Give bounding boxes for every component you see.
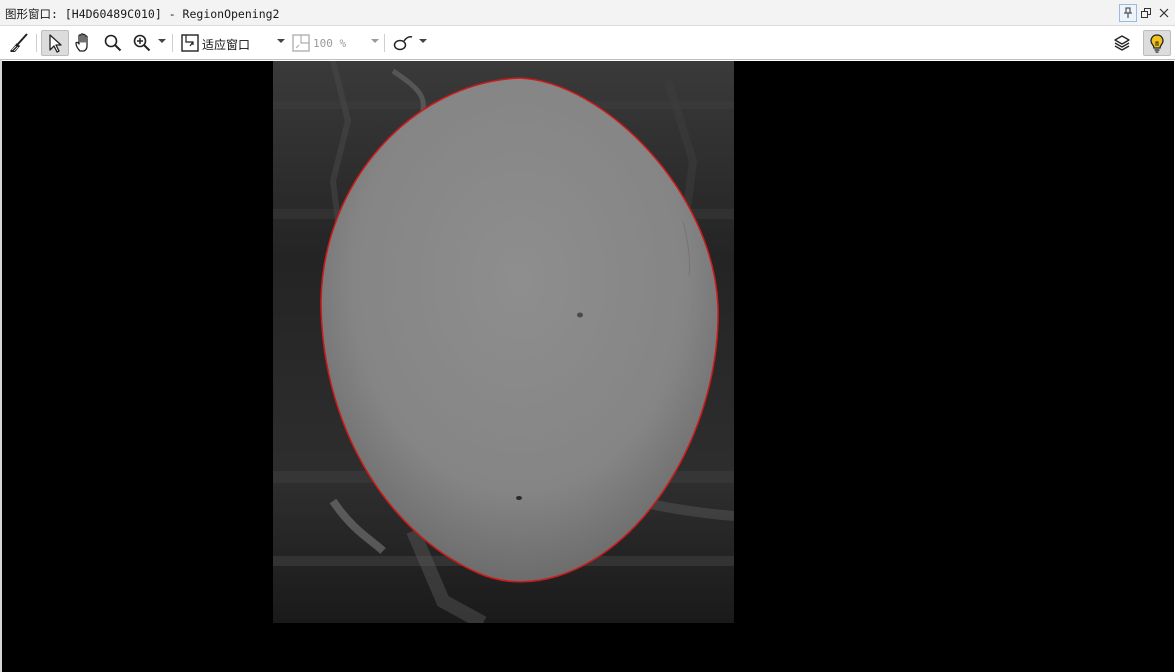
magnifier-icon xyxy=(104,34,122,52)
lightbulb-icon xyxy=(1150,34,1164,53)
clear-button[interactable] xyxy=(5,30,33,56)
close-icon xyxy=(1159,8,1169,18)
restore-icon xyxy=(1141,8,1151,18)
graphics-canvas[interactable] xyxy=(2,61,1174,672)
fit-window-label[interactable]: 适应窗口 xyxy=(202,36,250,53)
toolbar-separator xyxy=(384,34,385,52)
pin-button[interactable] xyxy=(1119,4,1137,22)
close-button[interactable] xyxy=(1155,4,1173,22)
fit-dropdown-chevron[interactable] xyxy=(277,39,285,43)
zoom-in-icon xyxy=(133,34,151,52)
draw-region-icon xyxy=(393,36,413,51)
zoom-dropdown-chevron[interactable] xyxy=(158,39,166,43)
graphics-toolbar: 适应窗口 100 % xyxy=(0,26,1175,60)
pan-button[interactable] xyxy=(70,30,98,56)
pin-icon xyxy=(1124,7,1132,18)
draw-region-dropdown-chevron[interactable] xyxy=(419,39,427,43)
draw-region-button[interactable] xyxy=(389,30,417,56)
zoom-percent-icon xyxy=(292,34,310,52)
hint-button[interactable] xyxy=(1143,30,1171,56)
toolbar-separator xyxy=(36,34,37,52)
egg-image xyxy=(273,61,734,623)
zoom-button[interactable] xyxy=(128,30,156,56)
hand-icon xyxy=(75,33,88,52)
fit-window-button[interactable] xyxy=(176,30,204,56)
restore-button[interactable] xyxy=(1137,4,1155,22)
title-bar: 图形窗口: [H4D60489C010] - RegionOpening2 xyxy=(0,0,1175,26)
zoom-percent-value[interactable]: 100 % xyxy=(313,37,346,50)
window-controls xyxy=(1119,4,1173,22)
arrow-pointer-icon xyxy=(49,34,62,53)
zoom-percent-dropdown-chevron[interactable] xyxy=(371,39,379,43)
select-button[interactable] xyxy=(41,30,69,56)
toolbar-separator xyxy=(172,34,173,52)
fit-window-icon xyxy=(181,34,199,52)
zoom-percent-button xyxy=(287,30,315,56)
window-title: 图形窗口: [H4D60489C010] - RegionOpening2 xyxy=(5,7,280,21)
layers-icon xyxy=(1114,35,1130,51)
layers-button[interactable] xyxy=(1108,30,1136,56)
broom-icon xyxy=(10,33,28,52)
magnify-button[interactable] xyxy=(99,30,127,56)
